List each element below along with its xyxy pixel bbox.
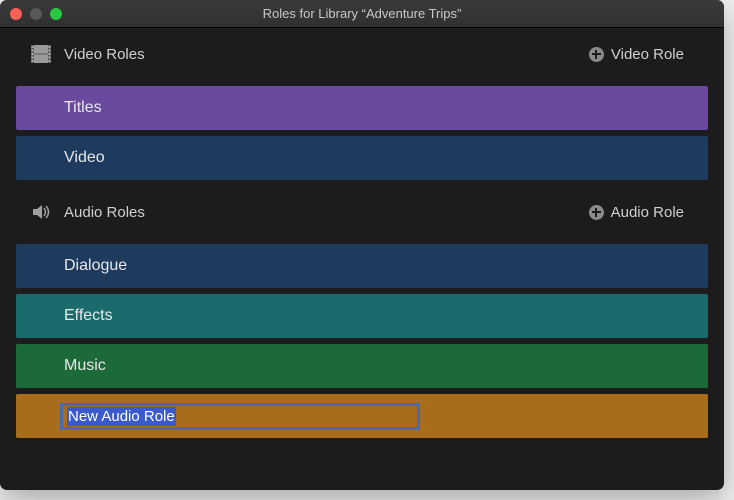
add-audio-role-button[interactable]: Audio Role — [589, 204, 684, 221]
close-button[interactable] — [10, 8, 22, 20]
roles-window: Roles for Library “Adventure Trips” — [0, 0, 724, 490]
role-label: Music — [64, 357, 106, 375]
role-name-edit-field[interactable]: New Audio Role — [60, 403, 420, 430]
role-label: Effects — [64, 307, 113, 325]
role-row-music[interactable]: Music — [16, 344, 708, 388]
role-row-video[interactable]: Video — [16, 136, 708, 180]
add-audio-role-label: Audio Role — [611, 204, 684, 221]
plus-icon — [589, 205, 604, 220]
video-section-header: Video Roles Video Role — [0, 28, 724, 80]
role-label: Video — [64, 149, 105, 167]
window-title: Roles for Library “Adventure Trips” — [0, 6, 724, 21]
film-icon — [30, 43, 52, 65]
traffic-lights — [10, 8, 62, 20]
role-row-effects[interactable]: Effects — [16, 294, 708, 338]
add-video-role-button[interactable]: Video Role — [589, 46, 684, 63]
role-label: Dialogue — [64, 257, 127, 275]
role-row-titles[interactable]: Titles — [16, 86, 708, 130]
audio-section-header: Audio Roles Audio Role — [0, 186, 724, 238]
role-row-new-audio[interactable]: New Audio Role — [16, 394, 708, 438]
speaker-icon — [30, 201, 52, 223]
selected-text: New Audio Role — [67, 407, 176, 426]
role-label: Titles — [64, 99, 102, 117]
plus-icon — [589, 47, 604, 62]
content-area: Video Roles Video Role Titles Video Audi… — [0, 28, 724, 438]
titlebar[interactable]: Roles for Library “Adventure Trips” — [0, 0, 724, 28]
maximize-button[interactable] — [50, 8, 62, 20]
video-roles-label: Video Roles — [64, 46, 145, 63]
add-video-role-label: Video Role — [611, 46, 684, 63]
audio-roles-label: Audio Roles — [64, 204, 145, 221]
role-row-dialogue[interactable]: Dialogue — [16, 244, 708, 288]
minimize-button[interactable] — [30, 8, 42, 20]
